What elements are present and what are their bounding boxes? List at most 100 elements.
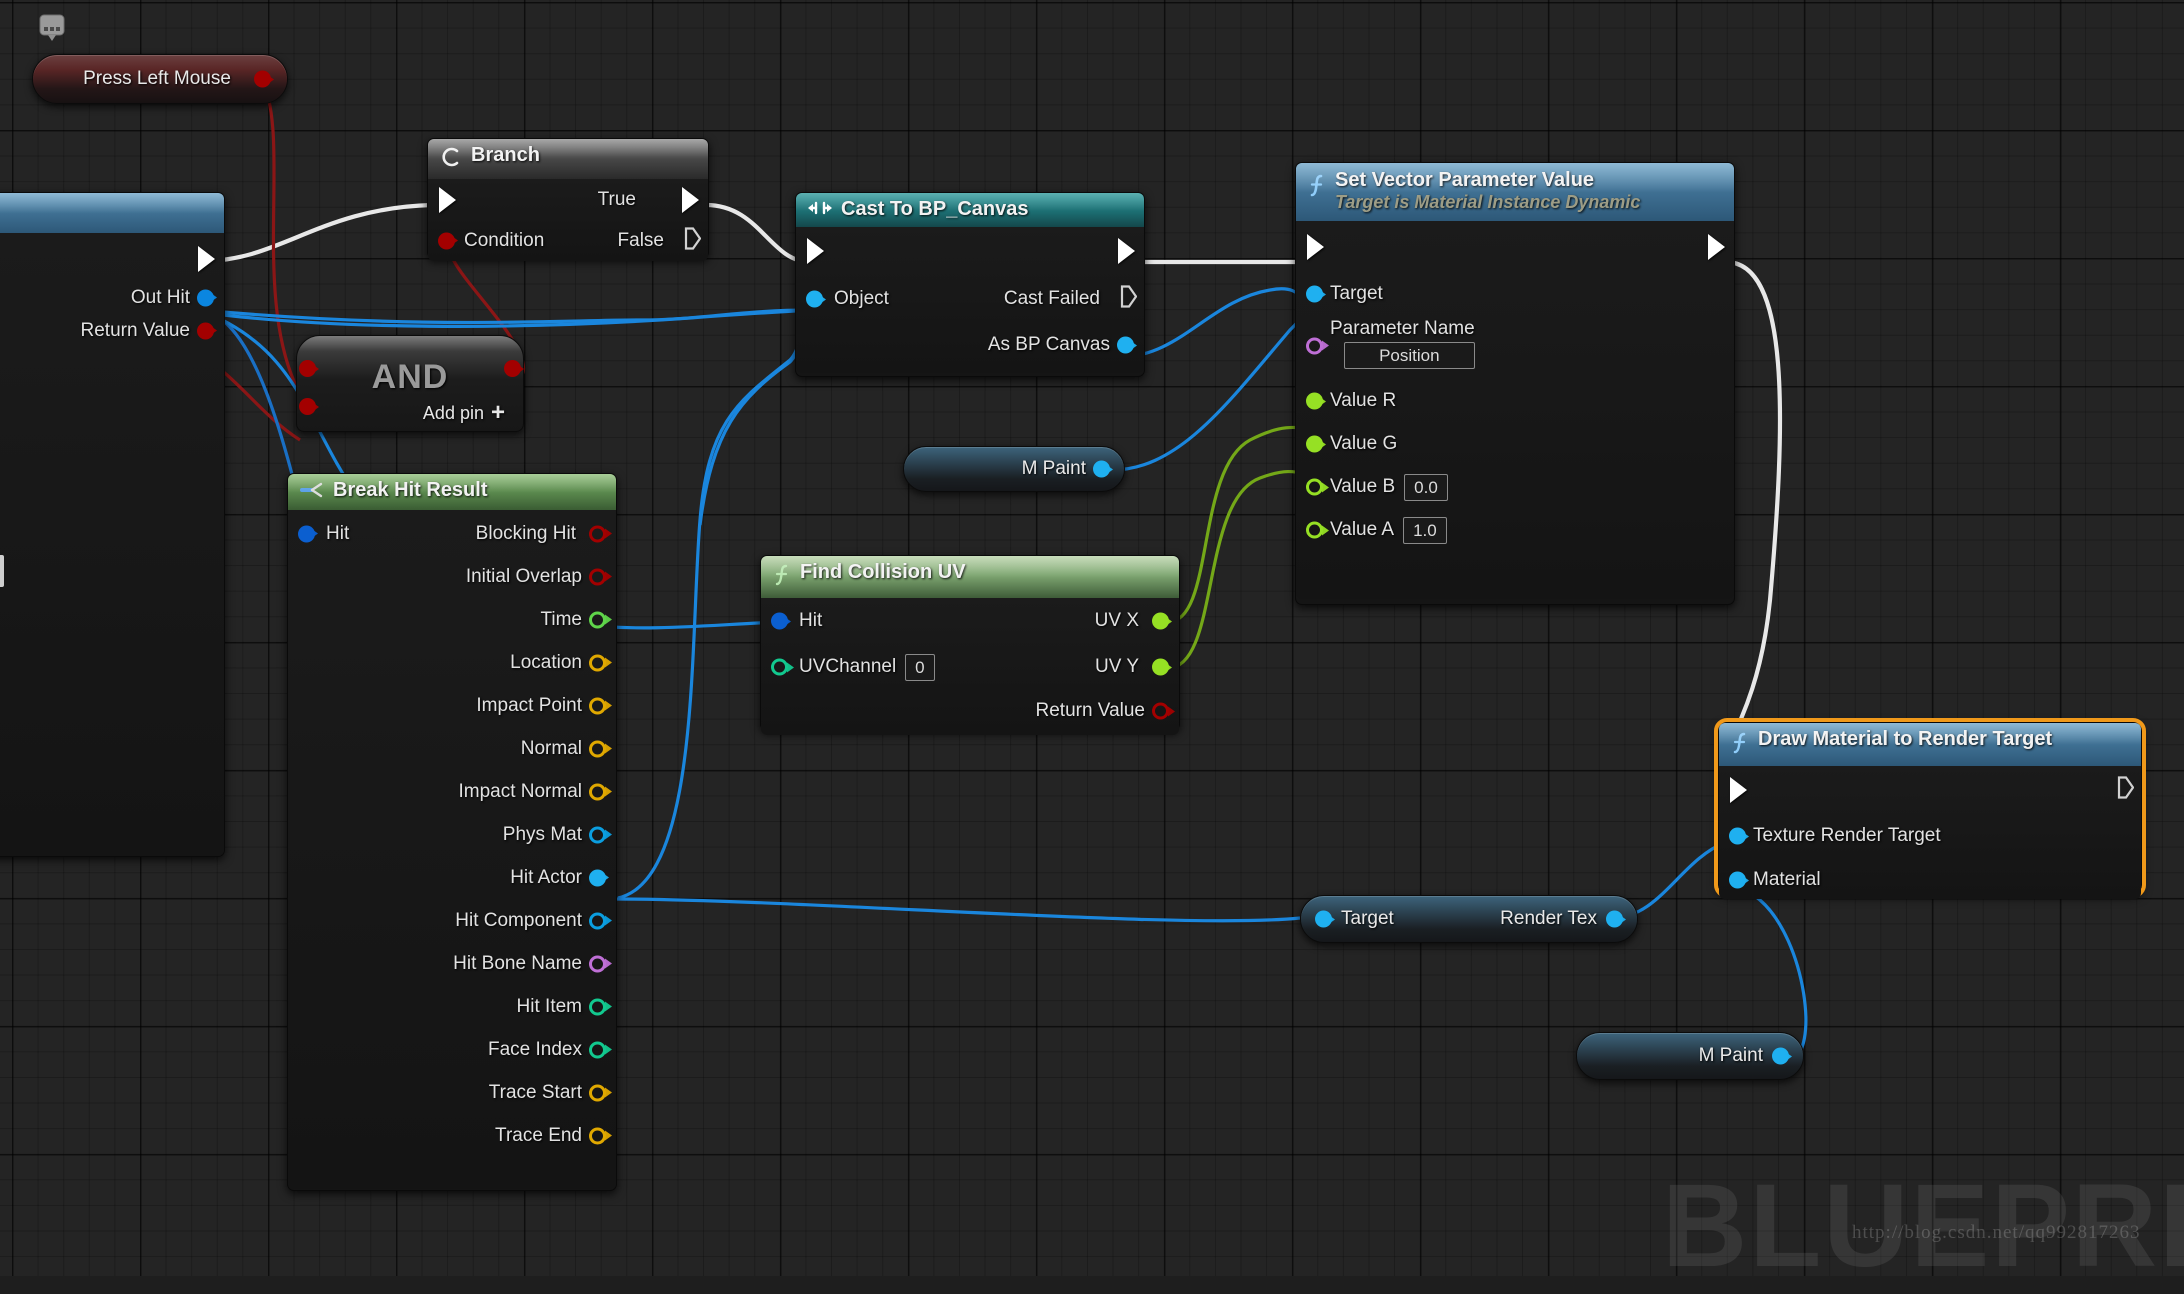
hit-item-pin[interactable] [589,998,606,1015]
exec-out-pin[interactable] [1708,233,1725,260]
trace-end-pin[interactable] [589,1127,606,1144]
m-paint-out-pin[interactable] [1093,460,1110,478]
texture-render-target-pin[interactable] [1729,827,1746,845]
exec-in-pin[interactable] [439,186,456,213]
blocking-hit-pin[interactable] [589,525,606,542]
add-pin-button[interactable]: Add pin + [423,401,505,425]
pin-row-trace-start[interactable]: Trace Start [288,1071,616,1114]
pin-row-cast-exec[interactable] [796,227,1144,275]
hit-component-pin[interactable] [589,912,606,929]
value-a-input[interactable]: 1.0 [1403,516,1447,544]
node-draw-material-to-render-target[interactable]: Draw Material to Render Target Texture R… [1714,718,2146,899]
pin-row-hit[interactable]: Hit Blocking Hit [288,512,616,555]
node-press-left-mouse[interactable]: Press Left Mouse [32,54,288,104]
pin-row-hit-actor[interactable]: Hit Actor [288,856,616,899]
pin-row-dm-exec[interactable] [1719,766,2141,814]
exec-out-cast-failed-pin[interactable] [1120,285,1138,314]
phys-mat-pin[interactable] [589,826,606,843]
pin-row-normal[interactable]: Normal [288,727,616,770]
return-value-pin[interactable] [1152,702,1169,720]
out-hit-pin[interactable] [197,289,214,306]
pin-row-uv-channel[interactable]: UVChannel 0 UV Y [761,644,1179,690]
normal-pin[interactable] [589,740,606,757]
pin-row-phys-mat[interactable]: Phys Mat [288,813,616,856]
node-break-hit-result[interactable]: Break Hit Result Hit Blocking Hit Initial … [287,473,617,1191]
uv-channel-value-input[interactable]: 0 [905,653,935,681]
node-branch[interactable]: Branch True Condition False [427,138,709,261]
pin-row-cast-object[interactable]: Object Cast Failed [796,275,1144,323]
pin-row-hit-item[interactable]: Hit Item [288,985,616,1028]
initial-overlap-pin[interactable] [589,568,606,585]
pin-row-impact-normal[interactable]: Impact Normal [288,770,616,813]
value-b-pin[interactable] [1306,478,1323,496]
condition-pin[interactable] [438,232,455,249]
exec-in-pin[interactable] [1307,233,1324,260]
return-value-pin[interactable] [197,322,214,339]
material-pin[interactable] [1729,871,1746,889]
pin-row-value-g[interactable]: Value G [1296,423,1734,466]
value-r-pin[interactable] [1306,392,1323,410]
pin-row-uv-return-value[interactable]: Return Value [761,690,1179,732]
pin-row-as-bp-canvas[interactable]: As BP Canvas [796,323,1144,367]
node-line-trace-partial[interactable]: Out Hit Return Value [0,192,225,857]
trace-start-pin[interactable] [589,1084,606,1101]
exec-out-true-pin[interactable] [682,186,699,213]
pin-row-uv-hit[interactable]: Hit UV X [761,598,1179,644]
pin-row-value-a[interactable]: Value A 1.0 [1296,509,1734,552]
pin-row-return-value[interactable]: Return Value [0,314,224,347]
node-m-paint-bottom[interactable]: M Paint [1576,1032,1804,1080]
exec-in-pin[interactable] [1730,777,1747,803]
uv-x-pin[interactable] [1152,612,1169,630]
pin-row-trace-end[interactable]: Trace End [288,1114,616,1157]
parameter-name-value-input[interactable]: Position [1344,341,1475,369]
pin-row-parameter-name[interactable]: Parameter Name Position [1296,316,1734,380]
node-target-render-tex[interactable]: Target Render Tex [1300,895,1638,943]
time-pin[interactable] [589,611,606,628]
pin-row-time[interactable]: Time [288,598,616,641]
node-set-vector-parameter-value[interactable]: Set Vector Parameter Value Target is Mat… [1295,162,1735,605]
hit-pin[interactable] [298,525,315,542]
m-paint-out-pin[interactable] [1772,1047,1789,1065]
pin-row-branch-exec[interactable]: True [428,179,708,220]
and-input-pin-b[interactable] [299,398,316,415]
pin-row-sv-exec[interactable] [1296,221,1734,273]
value-g-pin[interactable] [1306,435,1323,453]
pin-row-out-hit[interactable]: Out Hit [0,281,224,314]
target-pin[interactable] [1306,285,1323,303]
pin-row-material[interactable]: Material [1719,858,2141,902]
pin-row-impact-point[interactable]: Impact Point [288,684,616,727]
location-pin[interactable] [589,654,606,671]
node-cast-to-bp-canvas[interactable]: Cast To BP_Canvas Object Cast Failed As … [795,192,1145,377]
node-and[interactable]: AND Add pin + [296,335,524,432]
value-b-input[interactable]: 0.0 [1404,473,1448,501]
pin-row-branch-condition[interactable]: Condition False [428,220,708,261]
pin-row-location[interactable]: Location [288,641,616,684]
parameter-name-pin[interactable] [1306,337,1323,355]
as-bp-canvas-pin[interactable] [1117,336,1134,354]
value-a-pin[interactable] [1306,521,1323,539]
pin-row-hit-bone-name[interactable]: Hit Bone Name [288,942,616,985]
impact-normal-pin[interactable] [589,783,606,800]
exec-out-pin[interactable] [198,246,215,272]
exec-in-pin[interactable] [807,238,824,264]
exec-out-pin[interactable] [1118,238,1135,264]
render-tex-pin[interactable] [1606,910,1623,928]
face-index-pin[interactable] [589,1041,606,1058]
object-pin[interactable] [806,290,823,308]
uv-channel-pin[interactable] [771,658,788,676]
impact-point-pin[interactable] [589,697,606,714]
hit-bone-name-pin[interactable] [589,955,606,972]
and-input-pin-a[interactable] [299,360,316,377]
pin-row-texture-render-target[interactable]: Texture Render Target [1719,814,2141,858]
pin-row-value-b[interactable]: Value B 0.0 [1296,466,1734,509]
pin-row-target[interactable]: Target [1296,273,1734,316]
exec-out-pin[interactable] [2117,776,2135,805]
pin-row-value-r[interactable]: Value R [1296,380,1734,423]
pin-row-hit-component[interactable]: Hit Component [288,899,616,942]
node-m-paint-top[interactable]: M Paint [903,446,1125,492]
hit-actor-pin[interactable] [589,869,606,886]
pin-row-face-index[interactable]: Face Index [288,1028,616,1071]
node-find-collision-uv[interactable]: Find Collision UV Hit UV X UVChannel 0 U… [760,555,1180,735]
target-pin[interactable] [1315,910,1332,928]
exec-out-false-pin[interactable] [684,226,702,255]
